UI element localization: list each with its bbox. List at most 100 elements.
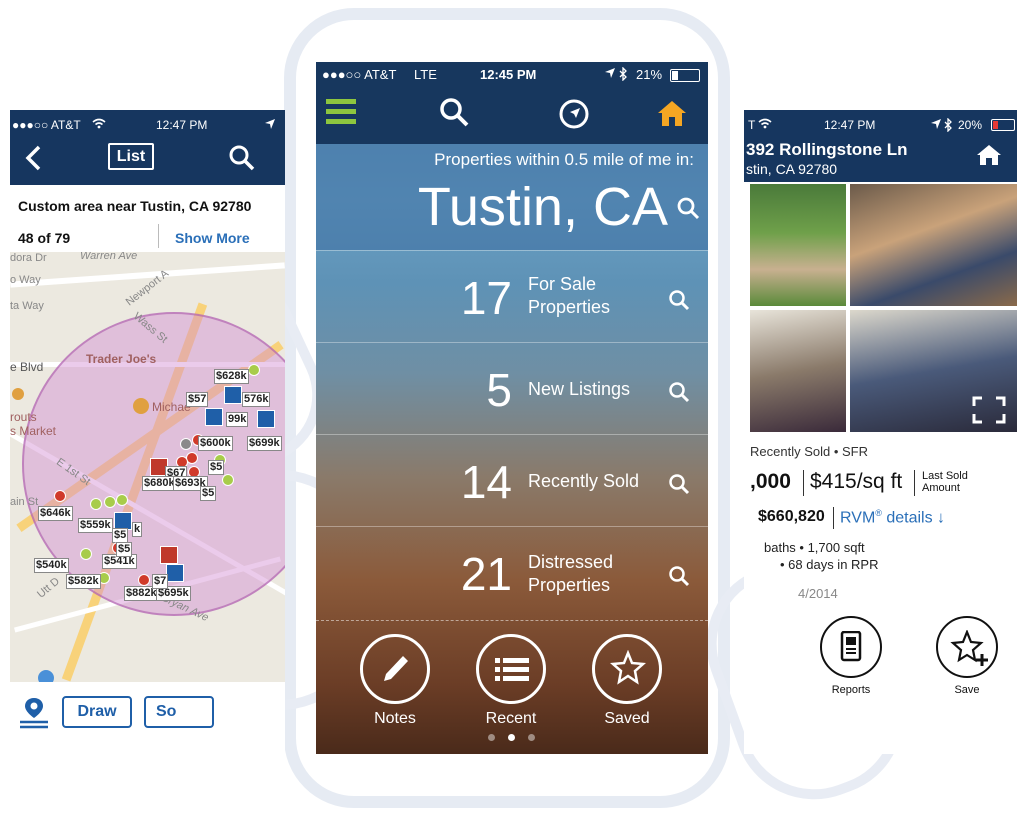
- recently-sold-row[interactable]: 14 Recently Sold: [316, 434, 708, 527]
- listing-pin[interactable]: [116, 494, 128, 506]
- specs-line1: baths • 1,700 sqft: [764, 540, 865, 555]
- listing-cluster-marker[interactable]: [224, 386, 242, 404]
- show-more-link[interactable]: Show More: [175, 230, 250, 246]
- reports-button[interactable]: [820, 616, 882, 678]
- poi-label: routs: [10, 410, 37, 424]
- search-icon[interactable]: [438, 96, 470, 133]
- property-photo[interactable]: [750, 310, 846, 432]
- listing-address: 392 Rollingstone Ln: [746, 140, 908, 159]
- price-label[interactable]: $628k: [214, 369, 249, 384]
- search-icon[interactable]: [228, 144, 256, 177]
- new-listings-row[interactable]: 5 New Listings: [316, 342, 708, 435]
- street-label: dora Dr: [10, 252, 47, 264]
- listing-cluster-marker[interactable]: [166, 564, 184, 582]
- save-button[interactable]: [936, 616, 998, 678]
- recent-button[interactable]: [476, 634, 546, 704]
- poi-label: Trader Joe's: [86, 352, 157, 366]
- price-label[interactable]: $5: [112, 528, 129, 543]
- sold-price: ,000: [750, 470, 791, 493]
- street-label: o Way: [10, 274, 41, 286]
- price-label[interactable]: $646k: [38, 506, 73, 521]
- divider: [833, 507, 834, 529]
- home-icon[interactable]: [976, 144, 1002, 171]
- distressed-row[interactable]: 21 Distressed Properties: [316, 526, 708, 619]
- price-label[interactable]: $57: [186, 392, 209, 407]
- rvm-link-text: RVM: [840, 509, 876, 527]
- rvm-details-link[interactable]: RVM® details ↓: [840, 508, 945, 527]
- last-sold-line2: Amount: [922, 482, 960, 494]
- street-label: ta Way: [10, 300, 44, 312]
- recently-sold-label: Recently Sold: [528, 471, 640, 491]
- notes-label: Notes: [374, 710, 416, 727]
- back-chevron-icon[interactable]: [24, 145, 42, 176]
- price-label[interactable]: $699k: [247, 436, 282, 451]
- location-header: Properties within 0.5 mile of me in: Tus…: [316, 144, 708, 250]
- listing-pin[interactable]: [222, 474, 234, 486]
- compass-icon[interactable]: [558, 98, 590, 135]
- distressed-label-line2: Properties: [528, 575, 611, 595]
- specs-line2: • 68 days in RPR: [780, 557, 879, 572]
- for-sale-label-line1: For Sale: [528, 274, 597, 294]
- draw-button[interactable]: Draw: [62, 696, 132, 728]
- menu-icon[interactable]: [326, 98, 356, 131]
- listing-pin[interactable]: [104, 496, 116, 508]
- rvm-value: $660,820: [758, 508, 825, 525]
- listing-pin[interactable]: [90, 498, 102, 510]
- price-label[interactable]: 576k: [242, 392, 271, 407]
- price-label[interactable]: $7: [152, 574, 169, 589]
- last-sold-label: Last Sold Amount: [922, 470, 968, 494]
- location-arrow-icon: [930, 118, 942, 133]
- price-label[interactable]: $5: [116, 542, 133, 557]
- bluetooth-icon: [619, 66, 628, 84]
- listing-pin[interactable]: [54, 490, 66, 502]
- page-indicator-dot: [528, 734, 535, 741]
- wifi-icon: [92, 118, 106, 132]
- price-label[interactable]: $600k: [198, 436, 233, 451]
- home-icon[interactable]: [656, 99, 688, 132]
- city-name: Tustin, CA: [417, 177, 668, 237]
- property-photo[interactable]: [750, 184, 846, 306]
- sold-date: 4/2014: [798, 586, 838, 601]
- listing-cluster-marker[interactable]: [257, 410, 275, 428]
- status-carrier: ●●●○○ AT&T: [12, 118, 81, 132]
- left-nav-bar: ●●●○○ AT&T 12:47 PM List: [10, 110, 285, 185]
- for-sale-row[interactable]: 17 For Sale Properties: [316, 250, 708, 343]
- listing-pin[interactable]: [248, 364, 260, 376]
- rvm-trademark: ®: [875, 508, 882, 518]
- price-label[interactable]: $680k: [142, 476, 177, 491]
- street-label: Warren Ave: [80, 252, 138, 262]
- bluetooth-icon: [944, 117, 953, 135]
- status-battery: 20%: [958, 118, 983, 132]
- price-label[interactable]: $540k: [34, 558, 69, 573]
- list-button[interactable]: List: [108, 143, 154, 170]
- status-time: 12:45 PM: [480, 67, 537, 82]
- map-view[interactable]: dora Dr Warren Ave o Way ta Way Newport …: [10, 252, 285, 682]
- property-photo[interactable]: [850, 184, 1017, 306]
- notes-button[interactable]: [360, 634, 430, 704]
- price-label[interactable]: k: [132, 522, 143, 537]
- battery-icon: [991, 119, 1015, 131]
- listing-pin[interactable]: [138, 574, 150, 586]
- result-count: 48 of 79: [18, 230, 71, 246]
- search-icon: [668, 289, 690, 311]
- right-nav-bar: T 12:47 PM 20% 392 Rollingstone Ln stin,…: [744, 110, 1017, 182]
- listing-pin[interactable]: [80, 548, 92, 560]
- price-label[interactable]: $582k: [66, 574, 101, 589]
- map-pin-filter-icon[interactable]: [18, 696, 50, 735]
- city-search-icon[interactable]: [676, 196, 700, 225]
- saved-button[interactable]: [592, 634, 662, 704]
- price-per-sqft: $415/sq ft: [810, 470, 903, 493]
- price-label[interactable]: $5: [200, 486, 217, 501]
- price-label[interactable]: 99k: [226, 412, 249, 427]
- divider: [803, 470, 804, 496]
- area-title: Custom area near Tustin, CA 92780: [18, 198, 252, 214]
- price-label[interactable]: $5: [208, 460, 225, 475]
- listing-pin[interactable]: [180, 438, 192, 450]
- listing-cluster-marker[interactable]: [205, 408, 223, 426]
- sort-button[interactable]: So: [144, 696, 214, 728]
- price-label[interactable]: $559k: [78, 518, 113, 533]
- listing-cluster-marker[interactable]: [160, 546, 178, 564]
- parking-icon: [38, 670, 54, 682]
- recently-sold-count: 14: [460, 456, 512, 508]
- expand-photos-icon[interactable]: [972, 396, 1006, 429]
